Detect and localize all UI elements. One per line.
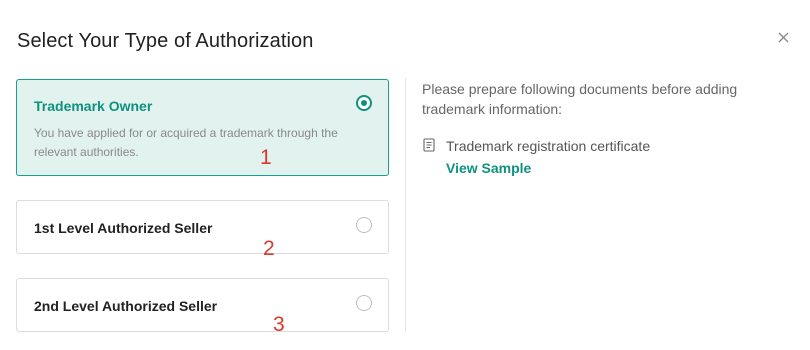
annotation-number: 1 [260, 146, 272, 169]
option-trademark-owner[interactable]: Trademark Owner You have applied for or … [16, 79, 389, 176]
option-2nd-level-authorized-seller[interactable]: 2nd Level Authorized Seller [16, 278, 389, 332]
dialog-title: Select Your Type of Authorization [17, 30, 314, 52]
option-1st-level-authorized-seller[interactable]: 1st Level Authorized Seller [16, 200, 389, 254]
radio-unselected[interactable] [356, 217, 372, 233]
option-title: Trademark Owner [34, 98, 153, 114]
documents-intro: Please prepare following documents befor… [422, 81, 738, 117]
option-description: You have applied for or acquired a trade… [34, 126, 338, 159]
option-title: 2nd Level Authorized Seller [34, 298, 218, 314]
annotation-number: 3 [273, 313, 285, 336]
vertical-divider [405, 78, 406, 332]
close-button[interactable] [776, 30, 792, 46]
close-icon [778, 32, 789, 43]
radio-unselected[interactable] [356, 295, 372, 311]
document-name: Trademark registration certificate [446, 138, 651, 154]
document-icon [423, 138, 435, 152]
radio-selected[interactable] [356, 95, 372, 111]
option-title: 1st Level Authorized Seller [34, 220, 213, 236]
view-sample-link[interactable]: View Sample [446, 160, 531, 176]
annotation-number: 2 [263, 237, 275, 260]
